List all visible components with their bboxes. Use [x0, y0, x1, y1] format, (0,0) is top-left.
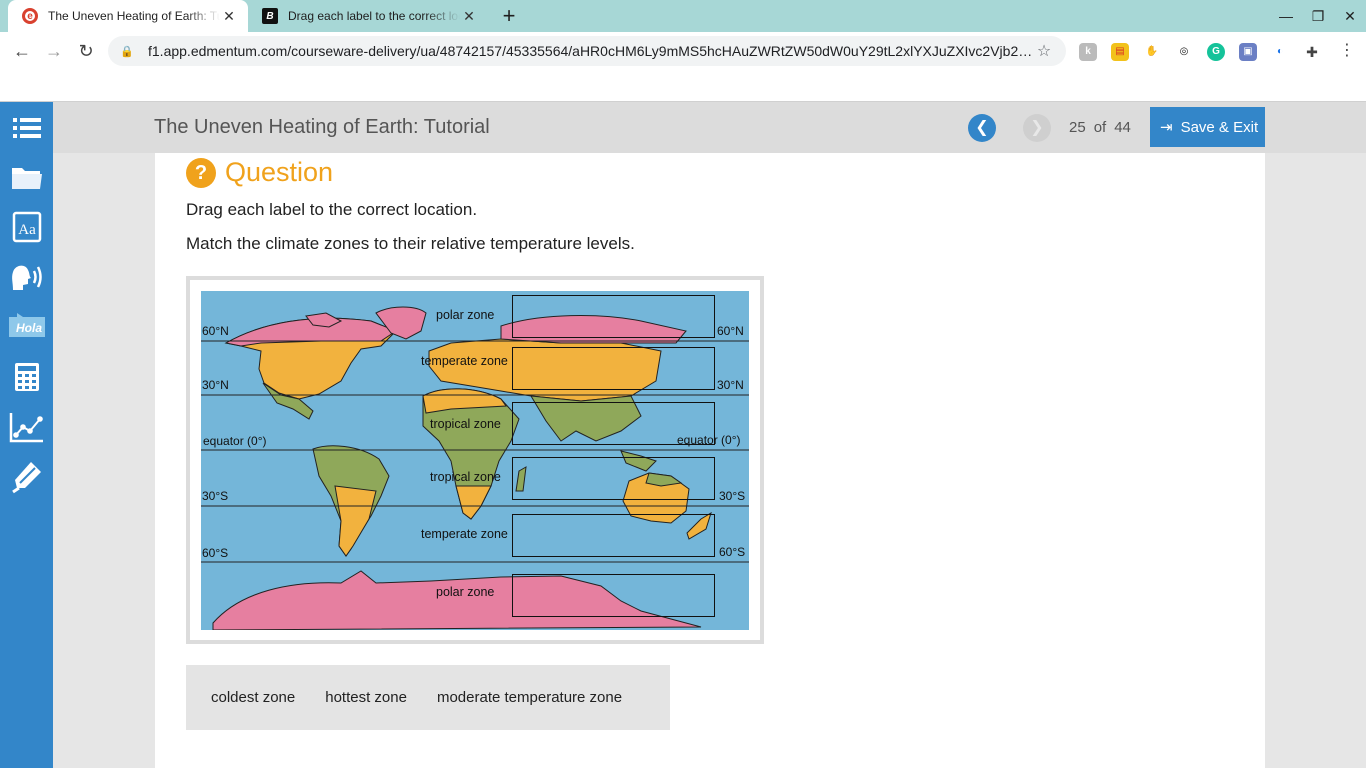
drop-target-polar-south[interactable]: [512, 574, 715, 617]
zone-label: temperate zone: [421, 354, 508, 368]
screenshot-icon[interactable]: ▣: [1239, 43, 1257, 61]
drop-target-temperate-south[interactable]: [512, 514, 715, 557]
map-frame: 60°N 60°N 30°N 30°N equator (0°) equator…: [186, 276, 764, 644]
url-text: f1.app.edmentum.com/courseware-delivery/…: [148, 43, 1034, 59]
forward-icon[interactable]: →: [42, 39, 66, 63]
question-title: Question: [225, 157, 334, 187]
draggable-label-coldest[interactable]: coldest zone: [196, 683, 310, 712]
browser-tabstrip: e The Uneven Heating of Earth: Tutorial …: [0, 0, 1366, 32]
latitude-label: 30°N: [717, 378, 744, 392]
zone-label: temperate zone: [421, 527, 508, 541]
chevron-left-icon: ❮: [975, 119, 989, 136]
back-icon[interactable]: ←: [10, 39, 34, 63]
address-bar[interactable]: 🔒 f1.app.edmentum.com/courseware-deliver…: [108, 36, 1066, 66]
browser-tab-lesson[interactable]: e The Uneven Heating of Earth: Tutorial …: [8, 0, 248, 32]
extension-icon[interactable]: ▤: [1111, 43, 1129, 61]
lock-icon: 🔒: [120, 45, 134, 58]
page-total: 44: [1114, 119, 1131, 136]
edmentum-favicon-icon: e: [22, 8, 38, 24]
bookmarks-bar: [0, 70, 1366, 102]
previous-page-button[interactable]: ❮: [968, 114, 996, 142]
restore-icon[interactable]: ❐: [1302, 4, 1334, 28]
extension-icon[interactable]: ◎: [1175, 43, 1193, 61]
brainly-favicon-icon: B: [262, 8, 278, 24]
question-panel: ? Question Drag each label to the correc…: [155, 153, 1265, 768]
latitude-label: 60°N: [717, 324, 744, 338]
bookmark-star-icon[interactable]: ☆: [1034, 41, 1054, 61]
extensions-puzzle-icon[interactable]: ✚: [1303, 43, 1321, 61]
page-counter: 25 of 44: [1069, 119, 1139, 136]
question-mark-icon: ?: [186, 157, 216, 188]
dictionary-icon[interactable]: Aa: [6, 207, 48, 247]
text-to-speech-icon[interactable]: [6, 257, 48, 297]
save-exit-button[interactable]: ⇥ Save & Exit: [1150, 107, 1265, 147]
page-current: 25: [1069, 119, 1086, 136]
exit-icon: ⇥: [1160, 119, 1173, 136]
calculator-icon[interactable]: [6, 357, 48, 397]
climate-zone-map: 60°N 60°N 30°N 30°N equator (0°) equator…: [201, 291, 749, 630]
browser-tab-question[interactable]: B Drag each label to the correct locatio…: [248, 0, 488, 32]
drop-target-tropical-south[interactable]: [512, 457, 715, 500]
drop-target-tropical-north[interactable]: [512, 402, 715, 445]
close-tab-icon[interactable]: ✕: [460, 8, 478, 25]
close-tab-icon[interactable]: ✕: [220, 8, 238, 25]
browser-menu-icon[interactable]: ⋮: [1338, 41, 1356, 61]
folder-icon[interactable]: [6, 157, 48, 197]
latitude-label: 30°S: [202, 489, 229, 503]
minimize-icon[interactable]: —: [1270, 4, 1302, 28]
question-heading: ? Question: [186, 157, 333, 188]
zone-label: polar zone: [436, 585, 495, 599]
browser-toolbar: ← → ↻ 🔒 f1.app.edmentum.com/courseware-d…: [0, 32, 1366, 70]
latitude-label: 60°S: [202, 546, 229, 560]
draggable-label-hottest[interactable]: hottest zone: [310, 683, 422, 712]
label-bank: coldest zone hottest zone moderate tempe…: [186, 665, 670, 730]
extension-icon[interactable]: k: [1079, 43, 1097, 61]
extension-icon[interactable]: ◐: [1271, 43, 1289, 61]
latitude-label: 60°S: [719, 545, 746, 559]
reload-icon[interactable]: ↻: [74, 39, 98, 63]
close-window-icon[interactable]: ✕: [1334, 4, 1366, 28]
extension-icon[interactable]: ✋: [1143, 43, 1161, 61]
latitude-label: 60°N: [202, 324, 229, 338]
grammarly-icon[interactable]: G: [1207, 43, 1225, 61]
instruction-text: Drag each label to the correct location.: [186, 200, 478, 219]
tab-title: Drag each label to the correct location.: [288, 9, 460, 23]
zone-label: tropical zone: [430, 470, 501, 484]
latitude-label: 30°N: [202, 378, 229, 392]
latitude-label: 30°S: [719, 489, 746, 503]
tab-title: The Uneven Heating of Earth: Tutorial: [48, 9, 220, 23]
lesson-title: The Uneven Heating of Earth: Tutorial: [154, 116, 490, 138]
svg-text:Hola: Hola: [16, 321, 42, 335]
zone-label: tropical zone: [430, 417, 501, 431]
tool-rail: Aa Hola: [0, 102, 53, 768]
draggable-label-moderate[interactable]: moderate temperature zone: [422, 683, 637, 712]
instruction-text: Match the climate zones to their relativ…: [186, 234, 635, 253]
latitude-label: equator (0°): [203, 434, 267, 448]
chevron-right-icon: ❯: [1030, 119, 1044, 136]
save-exit-label: Save & Exit: [1180, 118, 1259, 136]
drop-target-polar-north[interactable]: [512, 295, 715, 338]
lesson-header: The Uneven Heating of Earth: Tutorial ❮ …: [53, 102, 1366, 153]
new-tab-icon[interactable]: +: [496, 4, 522, 30]
zone-label: polar zone: [436, 308, 495, 322]
list-icon[interactable]: [6, 108, 48, 148]
drop-target-temperate-north[interactable]: [512, 347, 715, 390]
svg-text:Aa: Aa: [18, 222, 36, 238]
page-of: of: [1093, 119, 1107, 136]
next-page-button[interactable]: ❯: [1023, 114, 1051, 142]
translate-icon[interactable]: Hola: [6, 307, 48, 347]
highlighter-icon[interactable]: [6, 457, 48, 497]
graph-icon[interactable]: [6, 407, 48, 447]
